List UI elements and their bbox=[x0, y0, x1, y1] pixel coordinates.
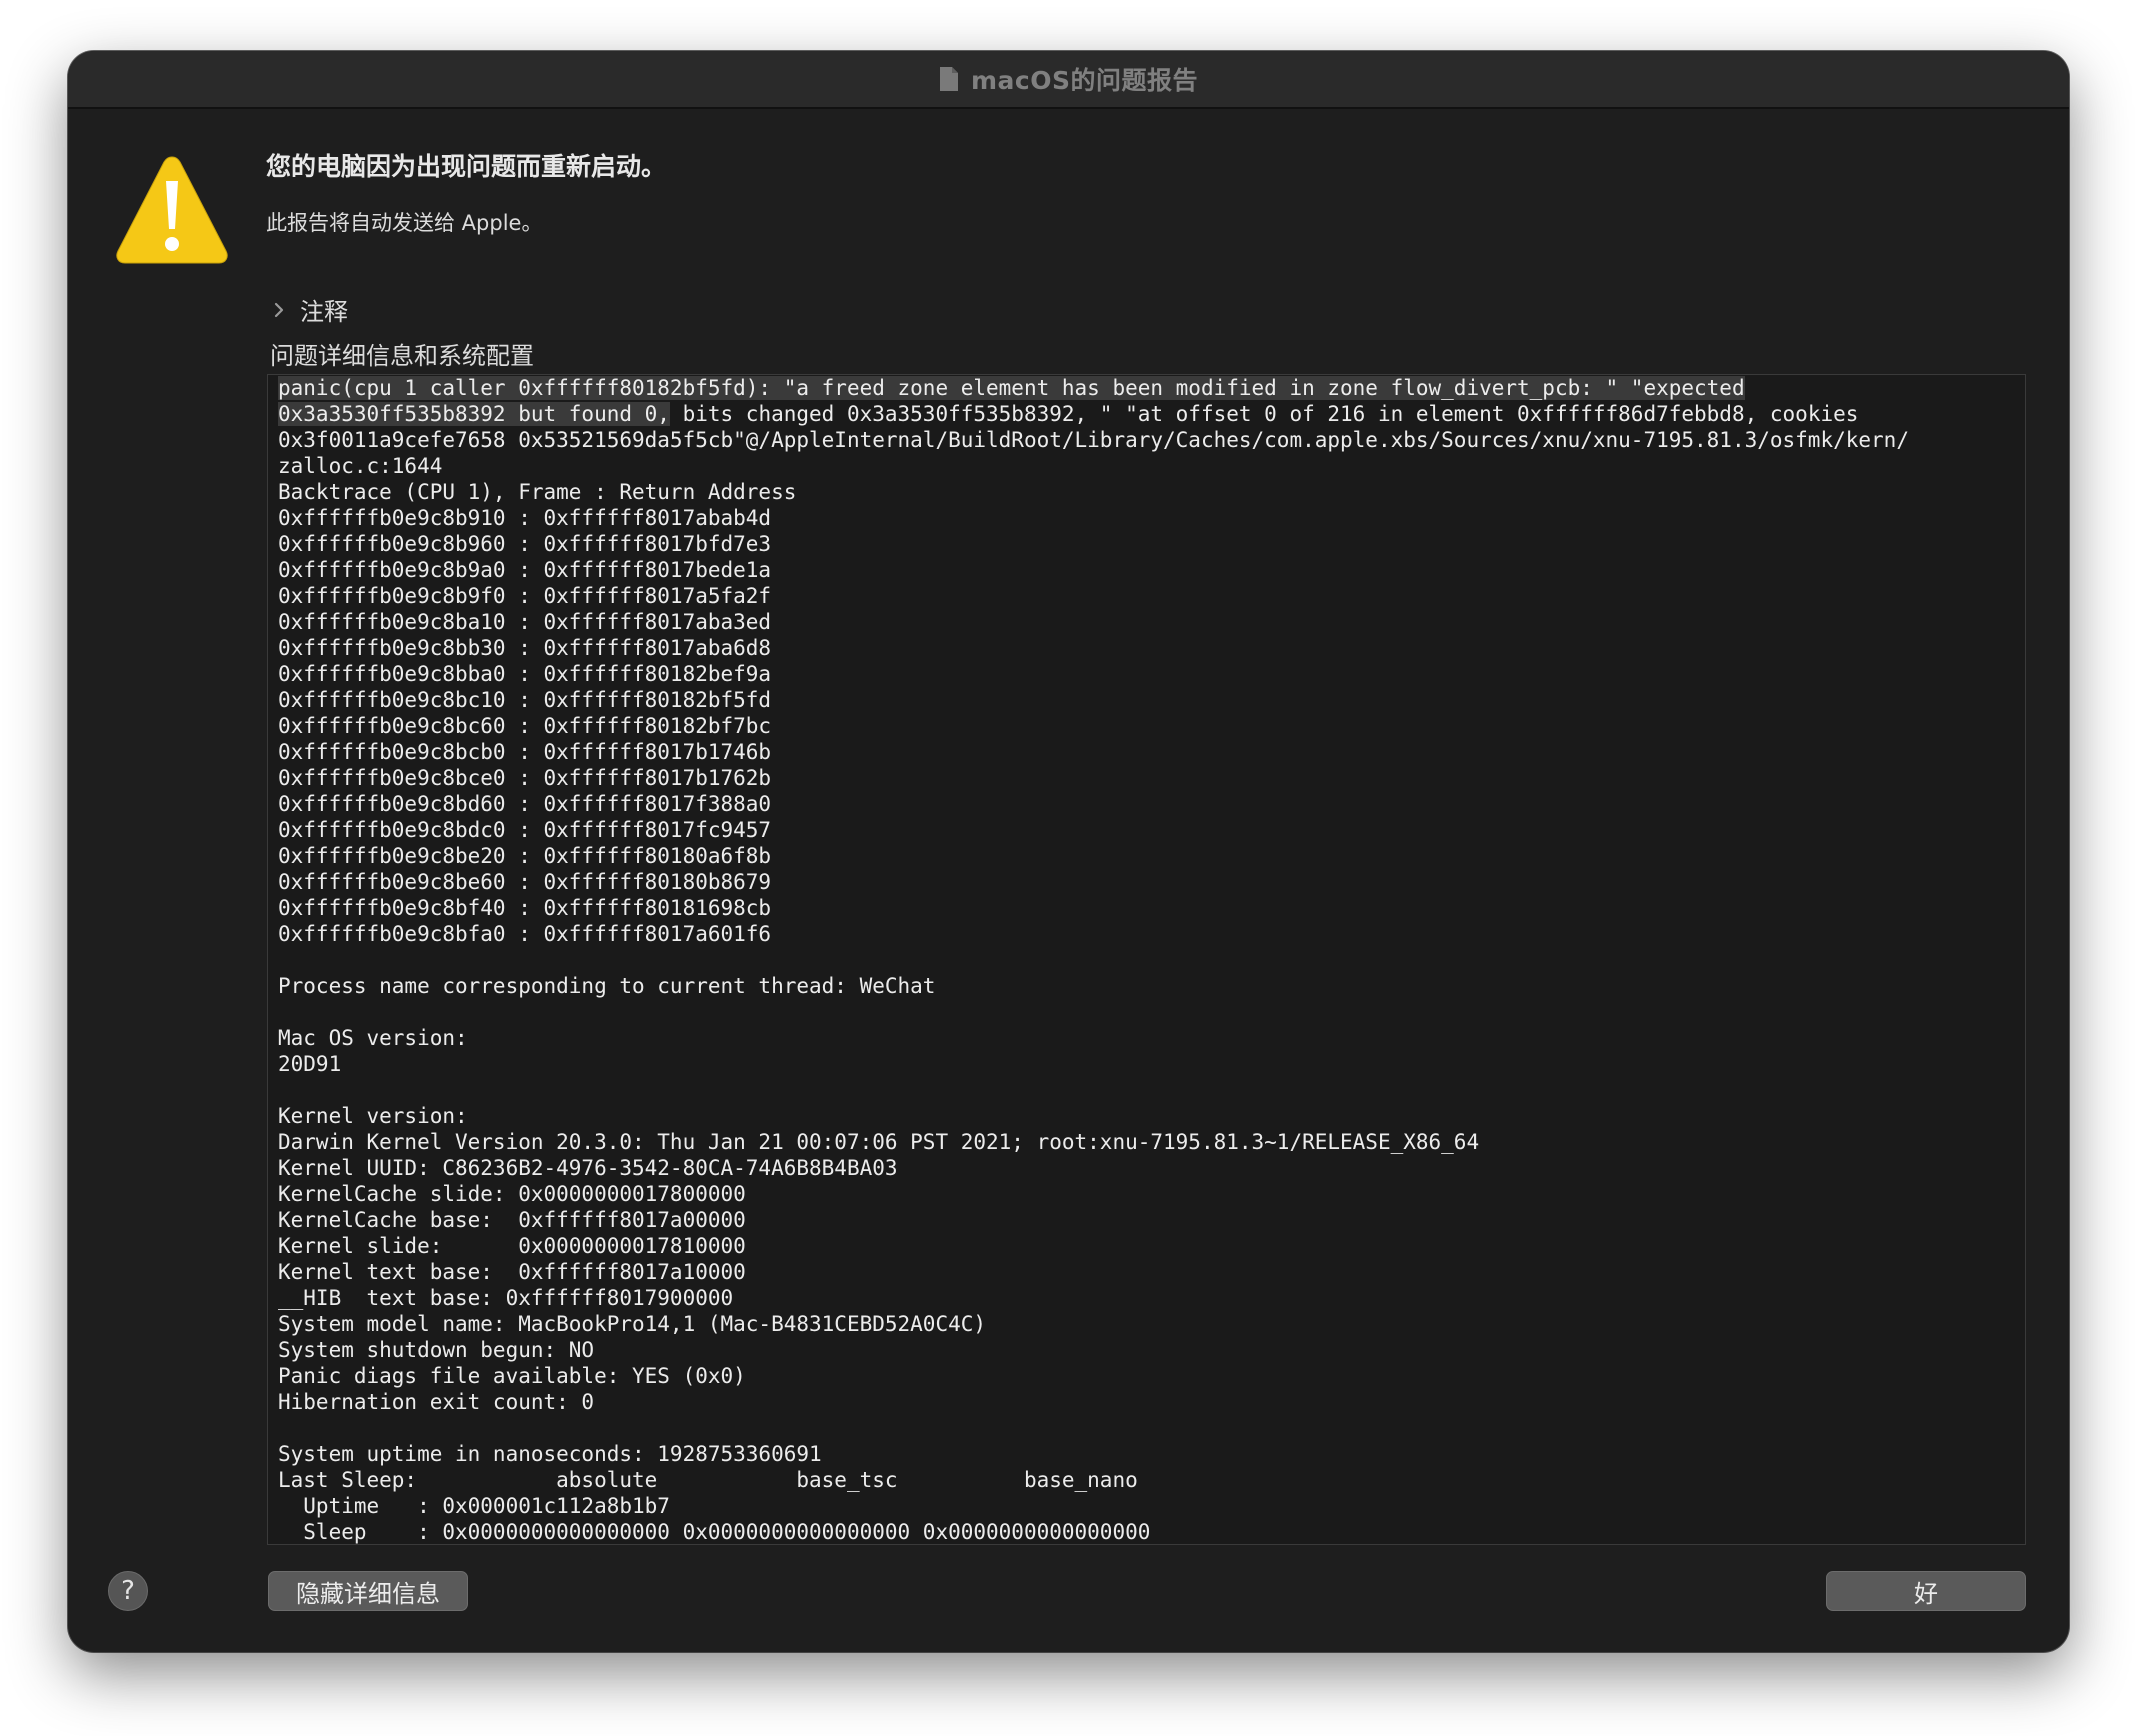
window-title: macOS的问题报告 bbox=[971, 66, 1198, 95]
panic-log-text[interactable]: panic(cpu 1 caller 0xffffff80182bf5fd): … bbox=[268, 375, 2025, 1544]
log-body: bits changed 0x3a3530ff535b8392, " "at o… bbox=[278, 402, 1909, 1544]
alert-headline: 您的电脑因为出现问题而重新启动。 bbox=[266, 152, 667, 181]
notes-disclosure[interactable]: 注释 bbox=[272, 292, 348, 327]
details-heading: 问题详细信息和系统配置 bbox=[270, 342, 534, 370]
document-icon bbox=[939, 66, 959, 92]
notes-label: 注释 bbox=[300, 298, 348, 326]
warning-icon bbox=[114, 151, 230, 267]
problem-report-window: macOS的问题报告 您的电脑因为出现问题而重新启动。 此报告将自动发送给 Ap… bbox=[68, 51, 2069, 1652]
alert-subline: 此报告将自动发送给 Apple。 bbox=[266, 211, 543, 235]
hide-details-button[interactable]: 隐藏详细信息 bbox=[268, 1571, 468, 1611]
panic-log-textarea[interactable]: panic(cpu 1 caller 0xffffff80182bf5fd): … bbox=[267, 374, 2026, 1545]
chevron-right-icon bbox=[272, 301, 286, 319]
help-button[interactable]: ? bbox=[108, 1571, 148, 1611]
title-bar[interactable]: macOS的问题报告 bbox=[68, 51, 2069, 109]
ok-button[interactable]: 好 bbox=[1826, 1571, 2026, 1611]
